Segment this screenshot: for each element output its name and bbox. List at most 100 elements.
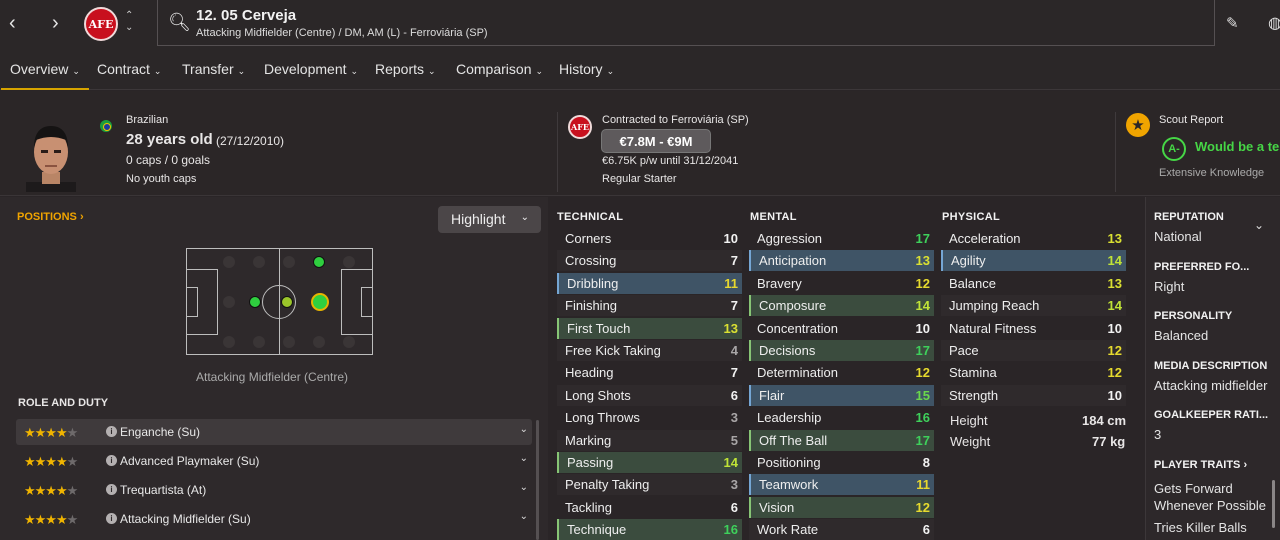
mental-attribute-row[interactable]: Work Rate 6 (749, 519, 934, 540)
tab-reports[interactable]: Reports ⌄ (375, 61, 436, 77)
tab-overview[interactable]: Overview ⌄ (1, 61, 89, 90)
physical-attribute-row[interactable]: Agility 14 (941, 250, 1126, 272)
info-icon[interactable]: i (106, 455, 117, 466)
scrollbar[interactable] (1272, 480, 1275, 528)
crest-text: AFE (571, 122, 589, 132)
attribute-value: 3 (730, 410, 738, 426)
position-dot (253, 336, 265, 348)
club-crest-icon[interactable]: AFE (84, 7, 118, 41)
technical-attribute-row[interactable]: Tackling 6 (557, 497, 742, 518)
physical-attribute-row[interactable]: Strength 10 (941, 384, 1126, 406)
forward-icon[interactable]: › (52, 12, 59, 35)
player-dob: (27/12/2010) (216, 134, 285, 148)
mental-attribute-row[interactable]: Flair 15 (749, 384, 934, 406)
trait-item: Gets Forward (1154, 481, 1233, 496)
physical-attribute-row[interactable]: Jumping Reach 14 (941, 295, 1126, 317)
mental-attribute-row[interactable]: Aggression 17 (749, 228, 934, 249)
physical-attribute-row[interactable]: Stamina 12 (941, 362, 1126, 383)
mental-attribute-row[interactable]: Composure 14 (749, 295, 934, 317)
info-icon[interactable]: i (106, 426, 117, 437)
mental-attribute-row[interactable]: Vision 12 (749, 496, 934, 518)
chevron-down-icon[interactable]: ⌄ (520, 482, 528, 493)
weight-label: Weight (950, 434, 991, 449)
attribute-name: Off The Ball (759, 432, 828, 448)
technical-attribute-row[interactable]: Long Shots 6 (557, 384, 742, 406)
mental-attribute-row[interactable]: Anticipation 13 (749, 250, 934, 272)
attribute-name: Long Throws (565, 410, 640, 426)
info-icon[interactable]: i (106, 484, 117, 495)
info-icon[interactable]: i (106, 513, 117, 524)
mental-attribute-row[interactable]: Bravery 12 (749, 273, 934, 294)
attribute-name: Composure (759, 298, 827, 314)
attribute-value: 14 (1107, 253, 1122, 269)
technical-attribute-row[interactable]: Corners 10 (557, 228, 742, 249)
attribute-value: 13 (723, 320, 738, 336)
role-row[interactable]: ★★★★★ i Enganche (Su) ⌄ (16, 419, 532, 445)
height-value: 184 cm (1082, 413, 1127, 428)
technical-attribute-row[interactable]: Dribbling 11 (557, 272, 742, 294)
edit-icon[interactable]: ✎ (1226, 14, 1239, 32)
player-switch-icon[interactable]: ⌃ ⌄ (125, 10, 133, 34)
chevron-down-icon[interactable]: ⌄ (520, 453, 528, 464)
position-dot-mc (281, 296, 293, 308)
technical-attribute-row[interactable]: Long Throws 3 (557, 407, 742, 428)
mental-attribute-row[interactable]: Decisions 17 (749, 340, 934, 361)
physical-attribute-row[interactable]: Natural Fitness 10 (941, 318, 1126, 339)
chevron-down-icon[interactable]: ⌄ (1254, 218, 1264, 232)
technical-attribute-row[interactable]: Passing 14 (557, 452, 742, 473)
chevron-down-icon[interactable]: ⌄ (520, 511, 528, 522)
tab-development[interactable]: Development ⌄ (264, 61, 358, 77)
physical-attribute-row[interactable]: Balance 13 (941, 273, 1126, 294)
mental-attribute-row[interactable]: Off The Ball 17 (749, 429, 934, 451)
technical-attribute-row[interactable]: Penalty Taking 3 (557, 474, 742, 496)
highlight-dropdown[interactable]: Highlight ⌄ (438, 206, 541, 233)
tab-comparison[interactable]: Comparison ⌄ (456, 61, 543, 77)
technical-attribute-row[interactable]: Crossing 7 (557, 250, 742, 272)
positions-link[interactable]: POSITIONS › (17, 211, 84, 223)
search-icon: 🔍︎ (168, 12, 191, 32)
mental-attribute-row[interactable]: Positioning 8 (749, 452, 934, 473)
mental-attribute-row[interactable]: Determination 12 (749, 362, 934, 383)
goalkeeper-rating-heading: GOALKEEPER RATI... (1154, 409, 1269, 421)
six-yard-box (186, 287, 198, 317)
technical-attribute-row[interactable]: Free Kick Taking 4 (557, 340, 742, 361)
tab-history[interactable]: History ⌄ (559, 61, 614, 77)
chevron-down-icon[interactable]: ⌄ (520, 424, 528, 435)
mental-attribute-row[interactable]: Concentration 10 (749, 318, 934, 339)
physical-attribute-row[interactable]: Acceleration 13 (941, 228, 1126, 249)
attribute-value: 12 (1107, 365, 1122, 381)
back-icon[interactable]: ‹ (9, 12, 16, 35)
attribute-name: Strength (949, 387, 999, 403)
attribute-value: 14 (1107, 298, 1122, 314)
role-row[interactable]: ★★★★★ i Trequartista (At) ⌄ (16, 477, 532, 503)
technical-attribute-row[interactable]: Technique 16 (557, 519, 742, 540)
technical-attribute-row[interactable]: First Touch 13 (557, 317, 742, 339)
role-row[interactable]: ★★★★★ i Attacking Midfielder (Su) ⌄ (16, 506, 532, 532)
tab-contract[interactable]: Contract ⌄ (97, 61, 161, 77)
attribute-value: 17 (915, 231, 930, 246)
position-dot-aml (313, 256, 325, 268)
physical-title: PHYSICAL (942, 211, 1001, 223)
player-search-bar[interactable]: 🔍︎ 12. 05 Cerveja Attacking Midfielder (… (157, 0, 1215, 46)
attribute-name: Technique (567, 522, 627, 538)
role-row[interactable]: ★★★★★ i Advanced Playmaker (Su) ⌄ (16, 448, 532, 474)
mental-attribute-row[interactable]: Teamwork 11 (749, 474, 934, 496)
technical-attribute-row[interactable]: Finishing 7 (557, 295, 742, 317)
chevron-down-icon: ⌄ (428, 66, 436, 76)
mental-attribute-row[interactable]: Leadership 16 (749, 407, 934, 428)
physical-attribute-row[interactable]: Pace 12 (941, 340, 1126, 361)
role-stars: ★★★★★ (24, 512, 78, 527)
technical-attribute-row[interactable]: Heading 7 (557, 362, 742, 383)
scout-report-title[interactable]: Scout Report (1159, 114, 1223, 126)
technical-attribute-row[interactable]: Marking 5 (557, 429, 742, 451)
grade-text: A- (1168, 143, 1180, 155)
globe-icon[interactable]: ◍ (1268, 13, 1280, 33)
scrollbar[interactable] (536, 420, 539, 540)
tab-transfer[interactable]: Transfer ⌄ (182, 61, 245, 77)
crest-text: AFE (88, 17, 114, 31)
position-dot-dm (249, 296, 261, 308)
value-badge[interactable]: €7.8M - €9M (602, 130, 710, 152)
attribute-value: 6 (730, 499, 738, 515)
player-traits-link[interactable]: PLAYER TRAITS › (1154, 459, 1247, 471)
attribute-value: 15 (915, 387, 930, 403)
